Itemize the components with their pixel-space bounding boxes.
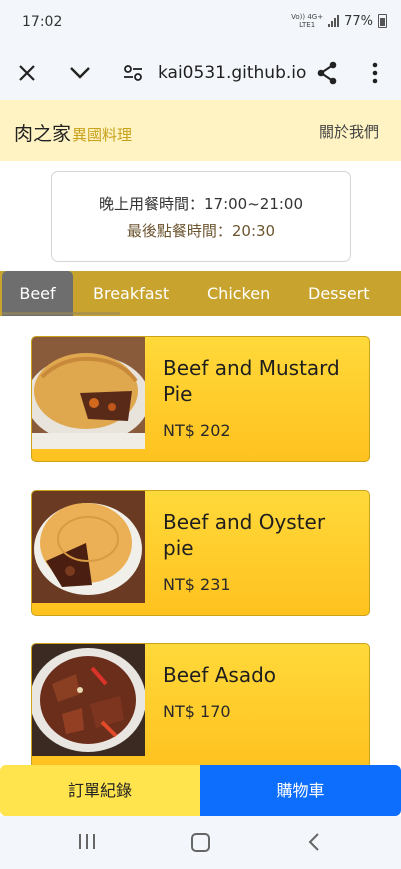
dish-price: NT$ 202 (163, 421, 231, 440)
menu-item-card[interactable]: Beef and Oyster pie NT$ 231 (31, 490, 370, 616)
share-icon[interactable] (313, 59, 341, 87)
network-indicator: Vo)) 4G+ LTE1 (291, 13, 323, 29)
site-settings-icon[interactable] (119, 59, 147, 87)
bottom-action-bar: 訂單紀錄 購物車 (0, 765, 401, 816)
app-header: 肉之家異國料理 關於我們 (0, 100, 401, 161)
battery-level: 77% (344, 13, 373, 29)
category-tabs: Beef Breakfast Chicken Dessert (0, 271, 401, 316)
tab-beef[interactable]: Beef (2, 271, 73, 316)
dish-name: Beef and Oyster pie (163, 510, 326, 560)
tab-breakfast[interactable]: Breakfast (93, 271, 169, 316)
recents-icon[interactable] (79, 834, 95, 849)
logo-subtitle: 異國料理 (72, 126, 133, 144)
order-history-button[interactable]: 訂單紀錄 (0, 765, 200, 816)
about-us-link[interactable]: 關於我們 (319, 121, 379, 142)
logo-main: 肉之家 (14, 123, 72, 145)
system-nav-bar (0, 816, 401, 869)
dish-price: NT$ 170 (163, 702, 231, 721)
dish-price: NT$ 231 (163, 575, 231, 594)
tab-dessert[interactable]: Dessert (308, 271, 370, 316)
signal-icon (328, 15, 340, 27)
brand-logo[interactable]: 肉之家異國料理 (14, 119, 132, 146)
tab-scroll-indicator (2, 312, 120, 315)
battery-icon (378, 14, 387, 28)
home-icon[interactable] (191, 833, 210, 852)
network-type: Vo)) 4G+ (291, 13, 324, 21)
back-icon[interactable] (308, 832, 320, 856)
browser-toolbar: kai0531.github.io (0, 46, 401, 100)
status-indicators: Vo)) 4G+ LTE1 77% (291, 13, 387, 29)
network-sim: LTE1 (299, 21, 316, 29)
dish-name: Beef Asado (163, 663, 277, 687)
dish-image (32, 491, 145, 603)
cart-button[interactable]: 購物車 (200, 765, 401, 816)
close-icon[interactable] (13, 59, 41, 87)
dish-name: Beef and Mustard Pie (163, 356, 340, 406)
more-vert-icon[interactable] (361, 59, 389, 87)
dish-image (32, 644, 145, 756)
dinner-hours: 晚上用餐時間：17:00~21:00 (98, 195, 304, 213)
menu-item-card[interactable]: Beef Asado NT$ 170 (31, 643, 370, 769)
url-bar[interactable]: kai0531.github.io (158, 58, 306, 88)
opening-hours-box: 晚上用餐時間：17:00~21:00 最後點餐時間：20:30 (51, 171, 351, 262)
dish-image (32, 337, 145, 449)
menu-item-card[interactable]: Beef and Mustard Pie NT$ 202 (31, 336, 370, 462)
last-order-time: 最後點餐時間：20:30 (126, 222, 276, 240)
tab-chicken[interactable]: Chicken (207, 271, 270, 316)
status-bar: 17:02 Vo)) 4G+ LTE1 77% (0, 0, 401, 46)
status-time: 17:02 (22, 14, 63, 30)
chevron-down-icon[interactable] (66, 59, 94, 87)
